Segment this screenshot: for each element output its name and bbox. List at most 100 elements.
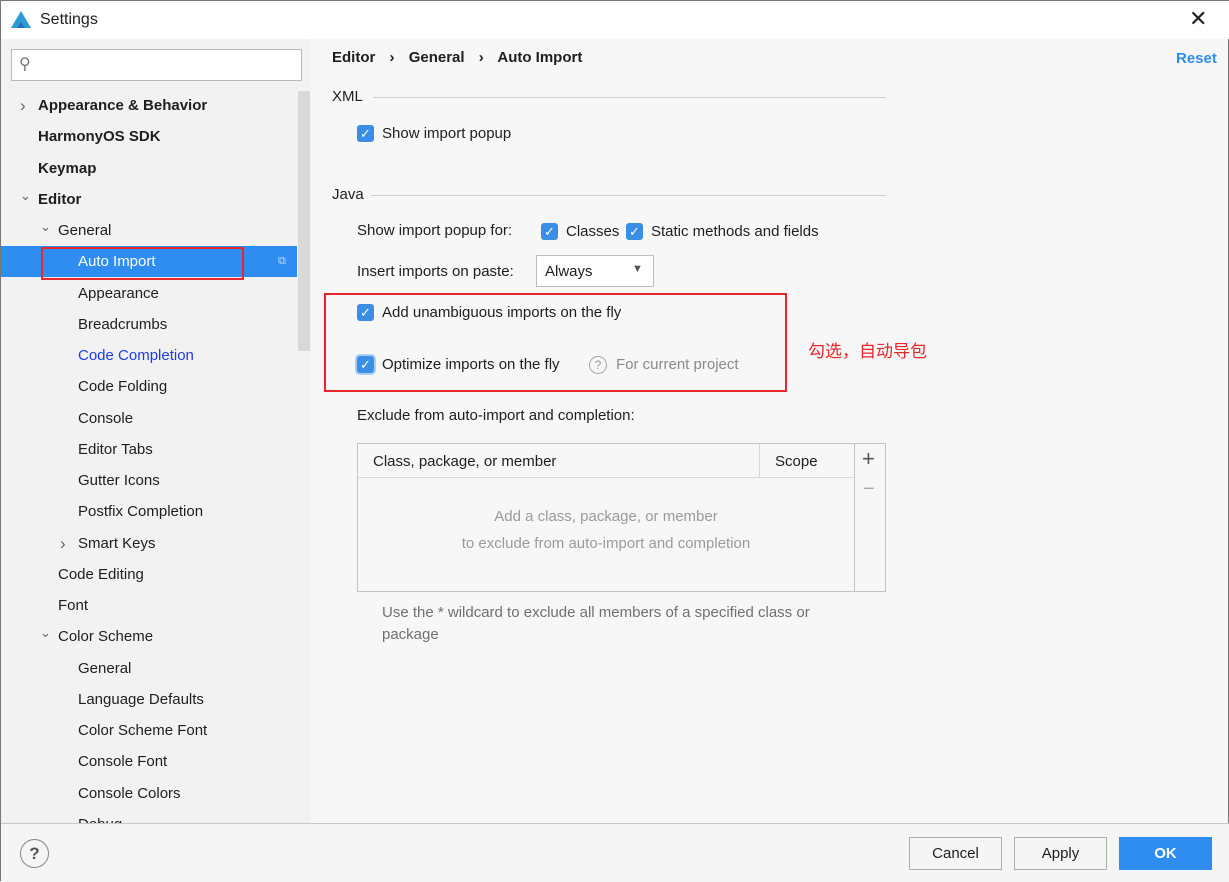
sidebar-item-label: Console: [78, 409, 134, 427]
sidebar-item-label: Console Colors: [78, 784, 181, 802]
label-optimize-imports: Optimize imports on the fly: [382, 356, 560, 373]
label-static-methods: Static methods and fields: [651, 223, 819, 240]
chevron-down-icon[interactable]: ⌄: [40, 617, 51, 648]
column-header[interactable]: Class, package, or member: [373, 453, 556, 470]
help-button[interactable]: ?: [20, 839, 49, 868]
sidebar-item-label: Language Defaults: [78, 690, 204, 708]
checkbox-static-methods[interactable]: ✓: [626, 223, 643, 240]
sidebar-item-label: Code Folding: [78, 378, 168, 396]
sidebar-item-label: Color Scheme Font: [78, 722, 208, 739]
sidebar-item[interactable]: ⌄ Color Scheme: [1, 621, 297, 652]
settings-tree: ⚲ › Appearance & Behavior HarmonyOS SDK Key…: [1, 39, 311, 823]
sidebar-item[interactable]: Code Completion: [1, 340, 297, 371]
chevron-down-icon[interactable]: ⌄: [20, 180, 31, 211]
add-icon[interactable]: +: [862, 446, 875, 472]
sidebar-item[interactable]: HarmonyOS SDK: [1, 121, 297, 152]
cancel-button[interactable]: Cancel: [909, 837, 1002, 870]
search-field[interactable]: [42, 53, 292, 77]
sidebar-item-label: Appearance: [78, 284, 159, 302]
checkbox-classes[interactable]: ✓: [541, 223, 558, 240]
sidebar-item[interactable]: Code Editing: [1, 559, 297, 590]
sidebar-item-label: Appearance & Behavior: [38, 97, 208, 114]
dropdown-value: Always: [545, 263, 593, 280]
help-icon[interactable]: ?: [589, 356, 607, 374]
column-header[interactable]: Scope: [775, 453, 818, 470]
chevron-right-icon: ›: [389, 49, 395, 66]
sidebar-item[interactable]: Keymap: [1, 153, 297, 184]
sidebar-item[interactable]: Language Defaults: [1, 684, 297, 715]
checkbox-show-import-popup[interactable]: ✓: [357, 125, 374, 142]
sidebar-item-label: Postfix Completion: [78, 503, 204, 521]
breadcrumb-item: Auto Import: [497, 49, 583, 66]
table-header: Class, package, or member Scope: [358, 444, 854, 478]
chevron-right-icon[interactable]: ›: [20, 90, 26, 121]
sidebar-item-label: Breadcrumbs: [78, 315, 168, 333]
empty-line: Add a class, package, or member: [494, 508, 718, 525]
sidebar-item-label: Editor Tabs: [78, 440, 153, 458]
window-title: Settings: [40, 11, 98, 28]
annotation-text: 勾选，自动导包: [808, 342, 927, 361]
sidebar-item[interactable]: Breadcrumbs: [1, 309, 297, 340]
label-insert-imports: Insert imports on paste:: [357, 263, 514, 280]
copy-icon: ⧉: [278, 255, 286, 268]
title-bar: Settings ✕: [1, 1, 1229, 39]
breadcrumb-item[interactable]: General: [409, 49, 465, 66]
insert-imports-dropdown[interactable]: Always ▼: [536, 255, 654, 287]
sidebar-item[interactable]: Console Font: [1, 746, 297, 777]
checkbox-optimize-imports[interactable]: ✓: [357, 356, 374, 373]
sidebar-item-label: General: [78, 659, 132, 677]
reset-link[interactable]: Reset: [1176, 50, 1217, 67]
sidebar-item[interactable]: General: [1, 653, 297, 684]
sidebar-item-label: Console Font: [78, 753, 168, 771]
highlight-box: [41, 247, 244, 280]
checkbox-add-unambiguous[interactable]: ✓: [357, 304, 374, 321]
sidebar-item[interactable]: › Appearance & Behavior: [1, 90, 297, 121]
divider: [373, 97, 886, 98]
breadcrumb-item[interactable]: Editor: [332, 49, 375, 66]
ok-button[interactable]: OK: [1119, 837, 1212, 870]
section-xml: XML: [332, 88, 363, 105]
breadcrumb: Editor › General › Auto Import: [332, 49, 582, 66]
sidebar-item[interactable]: Color Scheme Font: [1, 715, 297, 746]
empty-line: to exclude from auto-import and completi…: [461, 535, 751, 552]
label-exclude: Exclude from auto-import and completion:: [357, 407, 635, 424]
chevron-right-icon: ›: [478, 49, 484, 66]
dialog-footer: ? Cancel Apply OK: [1, 823, 1229, 882]
label-show-popup-for: Show import popup for:: [357, 222, 513, 239]
sidebar-item[interactable]: › Smart Keys: [1, 528, 297, 559]
label-add-unambiguous: Add unambiguous imports on the fly: [382, 304, 622, 321]
sidebar-item[interactable]: Console: [1, 403, 297, 434]
sidebar-item[interactable]: ⌄ General: [1, 215, 297, 246]
section-java: Java: [332, 186, 364, 203]
sidebar-item-label: Color Scheme: [58, 628, 154, 646]
label-classes: Classes: [566, 223, 620, 240]
remove-icon[interactable]: −: [863, 478, 875, 501]
sidebar-item[interactable]: Gutter Icons: [1, 465, 297, 496]
sidebar-scrollbar[interactable]: [298, 91, 310, 351]
sidebar-item-label: Font: [58, 597, 89, 614]
sidebar-item[interactable]: Code Folding: [1, 371, 297, 402]
chevron-right-icon[interactable]: ›: [60, 528, 66, 559]
sidebar-item[interactable]: Appearance: [1, 278, 297, 309]
wildcard-note: Use the * wildcard to exclude all member…: [382, 604, 810, 643]
close-icon[interactable]: ✕: [1189, 6, 1207, 32]
chevron-down-icon[interactable]: ⌄: [40, 211, 51, 242]
sidebar-item[interactable]: Postfix Completion: [1, 496, 297, 527]
label-show-import-popup: Show import popup: [382, 125, 512, 142]
sidebar-item-label: Gutter Icons: [78, 472, 160, 489]
optimize-hint: For current project: [616, 356, 739, 373]
search-input[interactable]: ⚲: [11, 49, 302, 81]
chevron-down-icon: ▼: [632, 263, 643, 275]
sidebar-item-label: HarmonyOS SDK: [38, 128, 161, 146]
divider: [371, 195, 886, 196]
sidebar-item-label: Code Completion: [78, 347, 194, 364]
sidebar-item-label: Code Editing: [58, 565, 144, 583]
apply-button[interactable]: Apply: [1014, 837, 1107, 870]
sidebar-item[interactable]: Editor Tabs: [1, 434, 297, 465]
sidebar-item[interactable]: Console Colors: [1, 778, 297, 809]
sidebar-item[interactable]: Debug: [1, 809, 297, 823]
sidebar-item-label: Keymap: [38, 159, 97, 177]
empty-table-text: Add a class, package, or member to exclu…: [358, 503, 854, 557]
sidebar-item-label: Debug: [78, 809, 122, 823]
sidebar-item-label: General: [58, 222, 112, 239]
